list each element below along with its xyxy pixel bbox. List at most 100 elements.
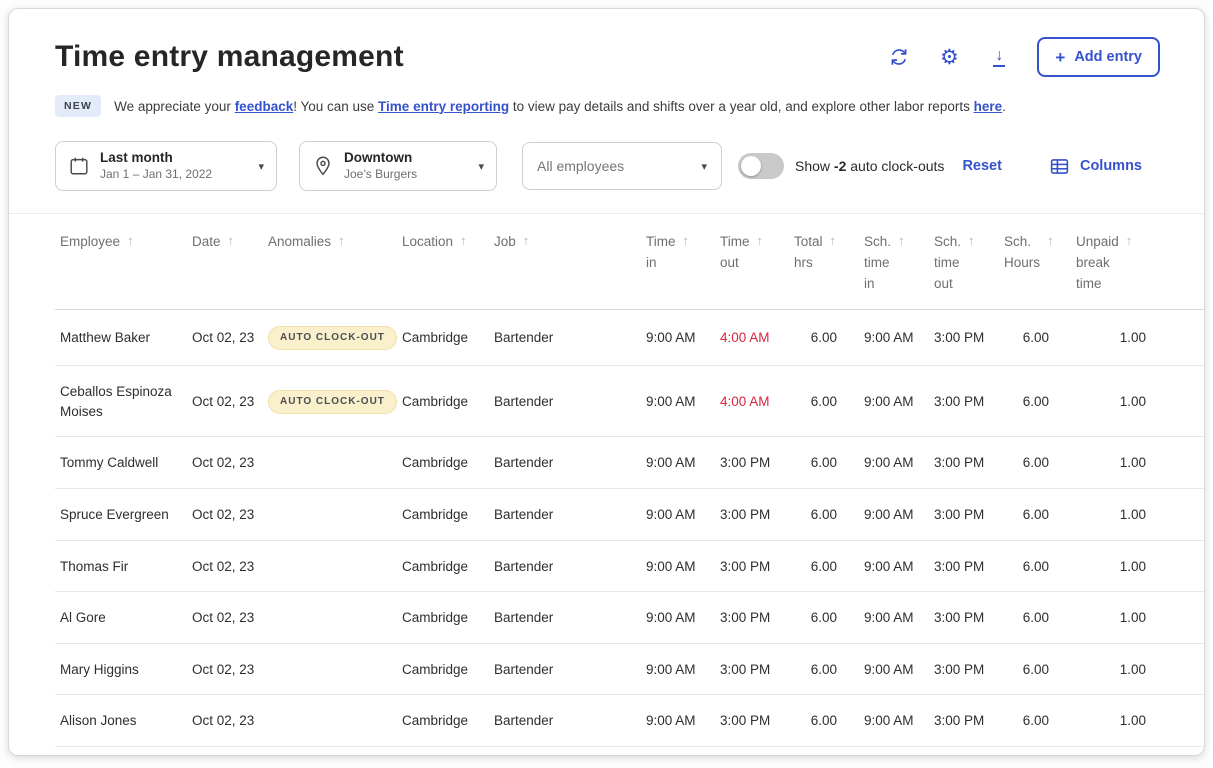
col-header-date[interactable]: Date↑	[187, 214, 263, 309]
cell-time-in: 9:00 AM	[641, 366, 715, 437]
page-title: Time entry management	[55, 40, 404, 74]
chevron-down-icon: ▾	[478, 160, 484, 173]
sort-up-icon: ↑	[1047, 232, 1054, 250]
cell-unpaid-break-time: 1.00	[1071, 695, 1205, 747]
cell-job: Bartender	[489, 437, 641, 489]
col-header-anomalies[interactable]: Anomalies↑	[263, 214, 397, 309]
chevron-down-icon: ▾	[258, 160, 264, 173]
cell-date: Oct 02, 23	[187, 437, 263, 489]
cell-total-hrs: 6.00	[789, 366, 859, 437]
main-card: Time entry management ⚙ ↓ +	[8, 8, 1205, 756]
cell-sch-hours: 6.00	[999, 643, 1071, 695]
cell-date: Oct 02, 23	[187, 488, 263, 540]
columns-grid-icon	[1049, 156, 1070, 177]
cell-date: Oct 02, 23	[187, 309, 263, 366]
sort-up-icon: ↑	[968, 232, 975, 250]
col-header-job[interactable]: Job↑	[489, 214, 641, 309]
cell-total-hrs: 6.00	[789, 437, 859, 489]
cell-total-hrs: 6.00	[789, 643, 859, 695]
cell-date: Oct 02, 23	[187, 592, 263, 644]
cell-time-out: 3:00 PM	[715, 488, 789, 540]
cell-job: Bartender	[489, 488, 641, 540]
cell-unpaid-break-time: 1.00	[1071, 488, 1205, 540]
col-header-employee[interactable]: Employee↑	[55, 214, 187, 309]
table-row[interactable]: Ceballos Espinoza Moises Oct 02, 23 AUTO…	[55, 366, 1205, 437]
table-header: Employee↑ Date↑ Anomalies↑ Location↑ Job…	[55, 214, 1205, 309]
cell-time-out: 4:00 AM	[715, 309, 789, 366]
date-range-sublabel: Jan 1 – Jan 31, 2022	[100, 167, 212, 182]
cell-unpaid-break-time: 1.00	[1071, 366, 1205, 437]
sort-up-icon: ↑	[523, 232, 530, 250]
table-row[interactable]: Tommy Caldwell Oct 02, 23 Cambridge Bart…	[55, 437, 1205, 489]
cell-anomalies	[263, 695, 397, 747]
cell-date: Oct 02, 23	[187, 540, 263, 592]
chevron-down-icon: ▾	[701, 160, 707, 173]
cell-sch-time-in: 9:00 AM	[859, 643, 929, 695]
sort-up-icon: ↑	[830, 232, 837, 250]
cell-sch-hours: 6.00	[999, 488, 1071, 540]
cell-total-hrs: 6.00	[789, 695, 859, 747]
col-header-sch-time-out[interactable]: Sch. time out↑	[929, 214, 999, 309]
table-row[interactable]: Mary Higgins Oct 02, 23 Cambridge Barten…	[55, 643, 1205, 695]
col-header-time-out[interactable]: Time out↑	[715, 214, 789, 309]
cell-time-out: 3:00 PM	[715, 592, 789, 644]
announcement-banner: NEW We appreciate your feedback! You can…	[9, 89, 1204, 133]
cell-sch-time-in: 9:00 AM	[859, 366, 929, 437]
table-body: Matthew Baker Oct 02, 23 AUTO CLOCK-OUT …	[55, 309, 1205, 746]
auto-clock-outs-toggle-label: Show -2 auto clock-outs	[795, 158, 944, 174]
cell-location: Cambridge	[397, 695, 489, 747]
cell-sch-hours: 6.00	[999, 540, 1071, 592]
sort-up-icon: ↑	[338, 232, 345, 250]
cell-sch-time-in: 9:00 AM	[859, 488, 929, 540]
cell-employee: Mary Higgins	[55, 643, 187, 695]
cell-job: Bartender	[489, 540, 641, 592]
time-entry-reporting-link[interactable]: Time entry reporting	[378, 99, 509, 114]
employees-select[interactable]: All employees ▾	[522, 142, 722, 190]
columns-button[interactable]: Columns	[1049, 156, 1142, 177]
cell-unpaid-break-time: 1.00	[1071, 592, 1205, 644]
feedback-link[interactable]: feedback	[235, 99, 294, 114]
banner-text-4: .	[1002, 99, 1006, 114]
col-header-sch-time-in[interactable]: Sch. time in↑	[859, 214, 929, 309]
table-row[interactable]: Al Gore Oct 02, 23 Cambridge Bartender 9…	[55, 592, 1205, 644]
reset-filters-button[interactable]: Reset	[962, 158, 1002, 174]
cell-sch-time-in: 9:00 AM	[859, 695, 929, 747]
cell-unpaid-break-time: 1.00	[1071, 643, 1205, 695]
col-header-time-in[interactable]: Time in↑	[641, 214, 715, 309]
cell-total-hrs: 6.00	[789, 592, 859, 644]
auto-clock-outs-toggle[interactable]	[738, 153, 784, 179]
cell-unpaid-break-time: 1.00	[1071, 540, 1205, 592]
table-row[interactable]: Matthew Baker Oct 02, 23 AUTO CLOCK-OUT …	[55, 309, 1205, 366]
cell-employee: Alison Jones	[55, 695, 187, 747]
cell-sch-time-in: 9:00 AM	[859, 309, 929, 366]
cell-unpaid-break-time: 1.00	[1071, 437, 1205, 489]
col-header-unpaid-break-time[interactable]: Unpaid break time↑	[1071, 214, 1205, 309]
settings-button[interactable]: ⚙	[937, 45, 961, 69]
export-button[interactable]: ↓	[987, 45, 1011, 69]
cell-anomalies: AUTO CLOCK-OUT	[263, 366, 397, 437]
table-row[interactable]: Thomas Fir Oct 02, 23 Cambridge Bartende…	[55, 540, 1205, 592]
here-link[interactable]: here	[974, 99, 1003, 114]
cell-time-in: 9:00 AM	[641, 592, 715, 644]
refresh-button[interactable]	[887, 45, 911, 69]
table-row[interactable]: Spruce Evergreen Oct 02, 23 Cambridge Ba…	[55, 488, 1205, 540]
table-row[interactable]: Alison Jones Oct 02, 23 Cambridge Barten…	[55, 695, 1205, 747]
add-entry-label: Add entry	[1074, 49, 1142, 65]
add-entry-button[interactable]: + Add entry	[1037, 37, 1160, 77]
cell-location: Cambridge	[397, 592, 489, 644]
cell-employee: Spruce Evergreen	[55, 488, 187, 540]
cell-unpaid-break-time: 1.00	[1071, 309, 1205, 366]
location-picker[interactable]: Downtown Joe’s Burgers ▾	[299, 141, 497, 191]
cell-anomalies	[263, 437, 397, 489]
sort-up-icon: ↑	[460, 232, 467, 250]
col-header-sch-hours[interactable]: Sch. Hours↑	[999, 214, 1071, 309]
col-header-location[interactable]: Location↑	[397, 214, 489, 309]
cell-sch-time-in: 9:00 AM	[859, 592, 929, 644]
time-entries-table: Employee↑ Date↑ Anomalies↑ Location↑ Job…	[55, 214, 1205, 747]
date-range-picker[interactable]: Last month Jan 1 – Jan 31, 2022 ▾	[55, 141, 277, 191]
location-pin-icon	[312, 155, 334, 177]
cell-sch-time-in: 9:00 AM	[859, 540, 929, 592]
cell-sch-time-out: 3:00 PM	[929, 437, 999, 489]
cell-sch-time-out: 3:00 PM	[929, 488, 999, 540]
col-header-total-hrs[interactable]: Total hrs↑	[789, 214, 859, 309]
